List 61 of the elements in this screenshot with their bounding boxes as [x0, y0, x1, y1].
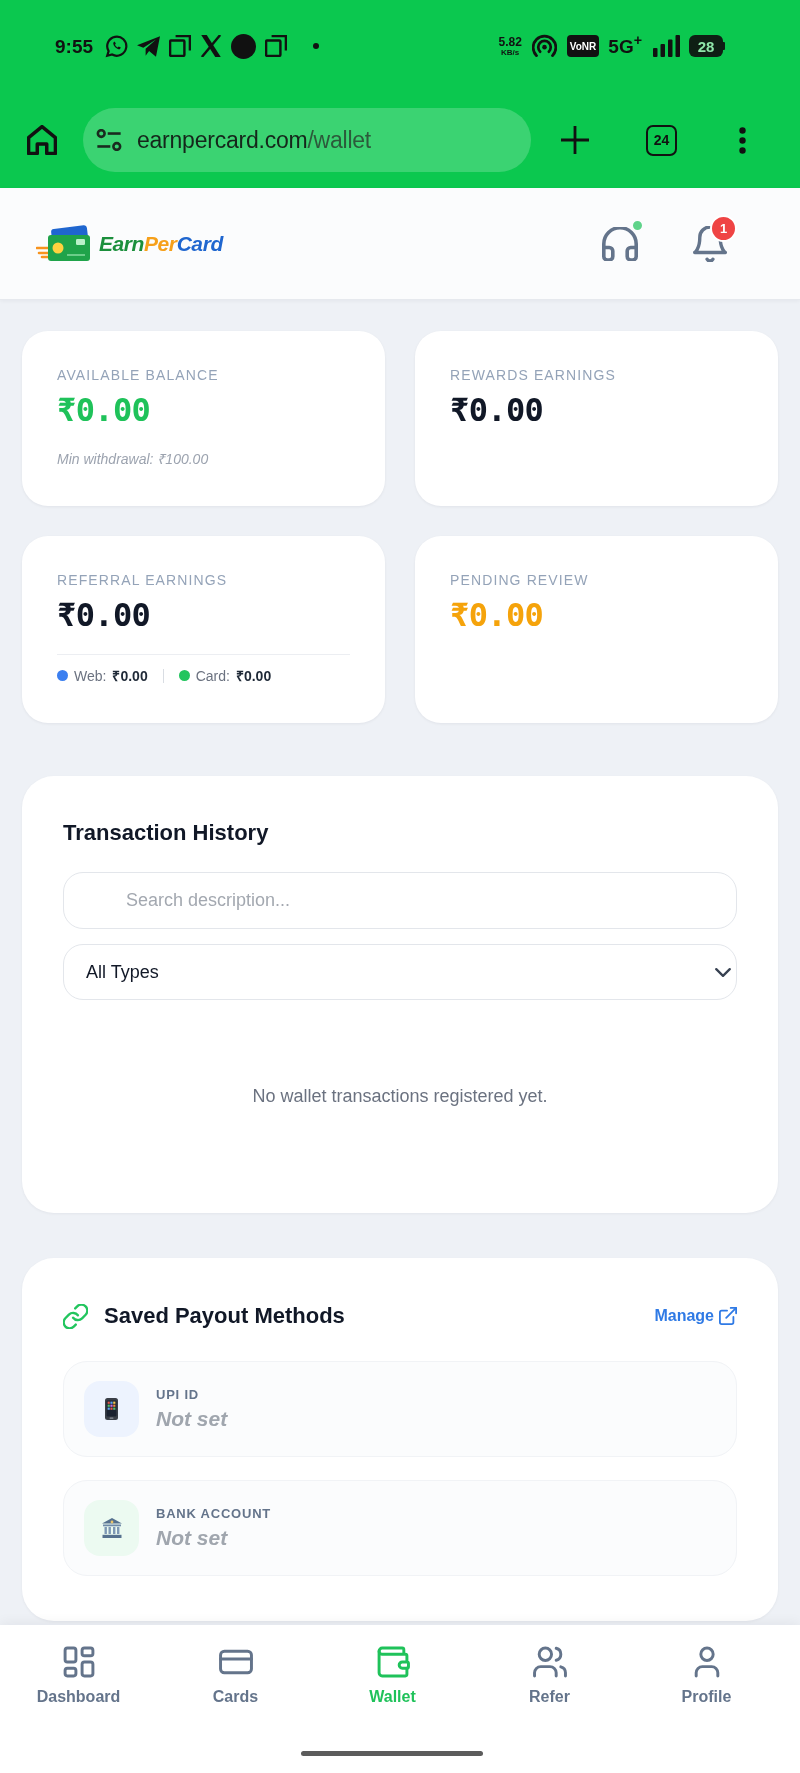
home-icon[interactable] — [27, 125, 57, 155]
users-icon — [532, 1645, 567, 1679]
paper-plane-icon — [137, 35, 161, 57]
balance-label: PENDING REVIEW — [450, 571, 589, 590]
overlapping-squares-icon — [169, 35, 192, 57]
chat-bubble-icon — [105, 34, 129, 58]
hotspot-icon — [531, 34, 557, 58]
x-logo-icon — [200, 35, 223, 57]
tab-count-button[interactable]: 24 — [646, 124, 677, 156]
source-label: Web: — [74, 666, 107, 686]
manage-link[interactable]: Manage — [654, 1304, 737, 1328]
min-withdrawal-note: Min withdrawal: ₹100.00 — [57, 450, 209, 469]
link-icon — [63, 1303, 88, 1329]
type-filter-dropdown[interactable]: All Types — [63, 944, 737, 1000]
chevron-down-icon — [715, 967, 731, 977]
overlapping-squares-icon — [265, 35, 288, 57]
bank-building-icon — [101, 1518, 122, 1538]
empty-state-message: No wallet transactions registered yet. — [252, 1085, 548, 1107]
dot-icon — [313, 43, 320, 49]
balance-amount: ₹0.00 — [57, 390, 151, 430]
method-label: BANK ACCOUNT — [156, 1505, 272, 1522]
balance-label: AVAILABLE BALANCE — [57, 366, 219, 385]
circle-icon — [231, 33, 257, 59]
notification-count-badge: 1 — [710, 214, 737, 242]
balance-amount: ₹0.00 — [57, 595, 151, 635]
plus-icon[interactable] — [560, 125, 590, 155]
support-button[interactable] — [602, 218, 644, 262]
headphones-icon — [602, 226, 638, 261]
bottom-nav-item[interactable]: Profile — [628, 1645, 785, 1707]
source-amount: ₹0.00 — [235, 666, 272, 686]
network-speed-value: 5.82 — [498, 35, 522, 48]
section-title: Transaction History — [63, 819, 269, 847]
balance-label: REWARDS EARNINGS — [450, 366, 616, 385]
signal-bars-icon — [653, 35, 680, 57]
address-bar[interactable]: earnpercard.com/wallet — [83, 108, 531, 172]
sliders-icon[interactable] — [96, 129, 122, 151]
balance-amount: ₹0.00 — [450, 595, 544, 635]
status-time: 9:55 — [55, 36, 94, 56]
bottom-nav-item[interactable]: Cards — [157, 1645, 314, 1707]
method-label: UPI ID — [156, 1386, 199, 1403]
phone-icon — [105, 1398, 118, 1420]
network-speed-unit: KB/s — [501, 48, 520, 57]
network-badge: VoNR — [566, 35, 600, 57]
wallet-icon — [375, 1645, 410, 1679]
method-value: Not set — [156, 1524, 228, 1551]
section-title: Saved Payout Methods — [104, 1302, 345, 1330]
external-link-icon — [719, 1307, 737, 1325]
bottom-nav-item[interactable]: Dashboard — [0, 1645, 157, 1707]
brand-name: EarnPerCard — [99, 233, 223, 254]
more-menu-icon[interactable] — [739, 126, 746, 154]
notifications-button[interactable]: 1 — [692, 214, 737, 262]
bottom-nav-item[interactable]: Refer — [471, 1645, 628, 1707]
battery-indicator: 28 — [689, 35, 725, 57]
source-amount: ₹0.00 — [112, 666, 148, 686]
balance-amount: ₹0.00 — [450, 390, 544, 430]
network-type: 5G$^{+}$ — [608, 36, 642, 56]
method-value: Not set — [156, 1405, 228, 1432]
source-label: Card: — [195, 666, 230, 686]
search-field[interactable]: Search description... — [63, 872, 737, 929]
grid-icon — [61, 1645, 96, 1679]
balance-label: REFERRAL EARNINGS — [57, 571, 228, 590]
